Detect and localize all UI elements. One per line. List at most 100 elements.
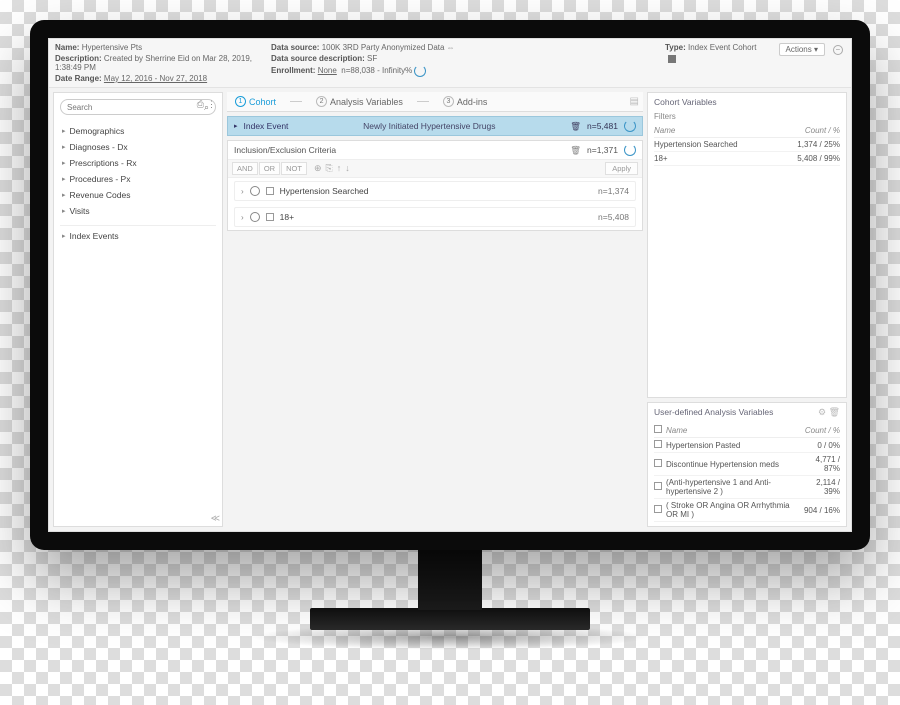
col-count: Count / % — [777, 124, 840, 138]
udav-panel: User-defined Analysis Variables⚙ 🗑 NameC… — [647, 402, 847, 527]
link-icon[interactable]: ⇔ — [447, 43, 455, 52]
caret-icon: ▸ — [234, 122, 238, 130]
or-button[interactable]: OR — [259, 162, 280, 175]
table-row[interactable]: ( Stroke OR Angina OR Arrhythmia OR MI )… — [654, 499, 840, 522]
name-value: Hypertensive Pts — [82, 43, 142, 52]
not-button[interactable]: NOT — [281, 162, 307, 175]
trash-icon[interactable]: 🗑 — [570, 145, 581, 156]
dsd-value: SF — [367, 54, 377, 63]
menu-icon[interactable]: ⋮ — [207, 99, 216, 110]
checkbox[interactable] — [654, 440, 662, 448]
criteria-row[interactable]: › 18+ n=5,408 — [234, 207, 636, 227]
sidebar: ⎙ ⋮ ⌕ Demographics Diagnoses - Dx Prescr… — [53, 92, 223, 527]
tab-addins[interactable]: 3Add-ins — [439, 94, 492, 109]
name-label: Name: — [55, 43, 82, 52]
right-column: Cohort Variables Filters NameCount / % H… — [647, 92, 847, 527]
group-icon[interactable]: ⊕ — [314, 163, 322, 174]
up-icon[interactable]: ↑ — [337, 163, 342, 174]
nav-demographics[interactable]: Demographics — [60, 123, 216, 139]
index-event-bar[interactable]: ▸ Index Event Newly Initiated Hypertensi… — [227, 116, 643, 136]
app-screen: Name:Hypertensive Pts Description:Create… — [48, 38, 852, 532]
nav-revenue[interactable]: Revenue Codes — [60, 187, 216, 203]
table-row[interactable]: Discontinue Hypertension meds4,771 / 87% — [654, 453, 840, 476]
criteria-count: n=1,371 — [587, 145, 618, 155]
overflow-icon[interactable]: ▤ — [630, 96, 639, 107]
loading-spinner-icon — [414, 65, 426, 77]
criteria-panel: Inclusion/Exclusion Criteria 🗑 n=1,371 A… — [227, 140, 643, 231]
criteria-row[interactable]: › Hypertension Searched n=1,374 — [234, 181, 636, 201]
desc-label: Description: — [55, 54, 104, 63]
down-icon[interactable]: ↓ — [345, 163, 350, 174]
type-icon — [668, 55, 676, 63]
checkbox[interactable] — [654, 482, 662, 490]
search-box[interactable]: ⌕ — [60, 99, 216, 115]
ds-label: Data source: — [271, 43, 322, 52]
checkbox[interactable] — [266, 187, 274, 195]
cohort-vars-panel: Cohort Variables Filters NameCount / % H… — [647, 92, 847, 398]
col-name: Name — [666, 423, 802, 438]
monitor-stand-neck — [418, 548, 482, 610]
filters-subhead: Filters — [654, 112, 840, 121]
col-name: Name — [654, 124, 777, 138]
criteria-count: n=5,408 — [598, 212, 629, 222]
nav-prescriptions[interactable]: Prescriptions - Rx — [60, 155, 216, 171]
udav-table: NameCount / % Hypertension Pasted0 / 0% … — [654, 423, 840, 522]
header-meta: Name:Hypertensive Pts Description:Create… — [49, 39, 851, 88]
tabs: 1Cohort 2Analysis Variables 3Add-ins ▤ — [227, 92, 643, 112]
table-row[interactable]: (Anti-hypertensive 1 and Anti-hypertensi… — [654, 476, 840, 499]
actions-button[interactable]: Actions ▾ — [779, 43, 825, 56]
table-row[interactable]: Hypertension Searched1,374 / 25% — [654, 138, 840, 152]
criteria-label: 18+ — [280, 212, 592, 222]
chevron-right-icon: › — [241, 213, 244, 222]
table-row[interactable]: 18+5,408 / 99% — [654, 152, 840, 166]
index-event-count: n=5,481 — [587, 121, 618, 131]
spinner-icon — [624, 144, 636, 156]
loop-icon — [250, 186, 260, 196]
checkbox-all[interactable] — [654, 425, 662, 433]
close-icon[interactable]: – — [833, 45, 843, 55]
nav-visits[interactable]: Visits — [60, 203, 216, 219]
monitor-frame: Name:Hypertensive Pts Description:Create… — [30, 20, 870, 550]
dsd-label: Data source description: — [271, 54, 367, 63]
checkbox[interactable] — [654, 505, 662, 513]
checkbox[interactable] — [654, 459, 662, 467]
loop-icon — [250, 212, 260, 222]
monitor-stand-base — [310, 608, 590, 630]
panel-title: Cohort Variables — [654, 97, 840, 107]
trash-icon[interactable]: 🗑 — [570, 121, 581, 132]
criteria-label: Hypertension Searched — [280, 186, 592, 196]
collapse-sidebar-icon[interactable]: ≪ — [211, 513, 220, 524]
nav-diagnoses[interactable]: Diagnoses - Dx — [60, 139, 216, 155]
nav-index-events[interactable]: Index Events — [60, 228, 216, 244]
enroll-link[interactable]: None — [318, 66, 337, 75]
main-area: 1Cohort 2Analysis Variables 3Add-ins ▤ ▸… — [227, 92, 643, 527]
index-event-title: Index Event — [244, 121, 289, 131]
type-value: Index Event Cohort — [688, 43, 756, 52]
apply-button[interactable]: Apply — [605, 162, 638, 175]
col-count: Count / % — [802, 423, 840, 438]
table-row[interactable]: Hypertension Pasted0 / 0% — [654, 438, 840, 453]
filters-table: NameCount / % Hypertension Searched1,374… — [654, 124, 840, 166]
enroll-range: n=88,038 - Infinity% — [341, 66, 412, 75]
type-label: Type: — [665, 43, 688, 52]
copy-icon[interactable]: ⎘ — [325, 163, 332, 174]
and-button[interactable]: AND — [232, 162, 258, 175]
criteria-toolbar: AND OR NOT ⊕ ⎘ ↑ ↓ Apply — [228, 160, 642, 178]
trash-icon[interactable]: 🗑 — [829, 407, 840, 417]
tab-cohort[interactable]: 1Cohort — [231, 94, 280, 109]
criteria-count: n=1,374 — [598, 186, 629, 196]
tab-analysis-vars[interactable]: 2Analysis Variables — [312, 94, 407, 109]
nav-list: Demographics Diagnoses - Dx Prescription… — [60, 123, 216, 244]
pin-icon[interactable]: ⎙ — [197, 99, 204, 110]
date-range-link[interactable]: May 12, 2016 - Nov 27, 2018 — [104, 74, 207, 83]
ds-value: 100K 3RD Party Anonymized Data — [322, 43, 445, 52]
nav-procedures[interactable]: Procedures - Px — [60, 171, 216, 187]
chevron-right-icon: › — [241, 187, 244, 196]
index-event-name: Newly Initiated Hypertensive Drugs — [294, 121, 564, 131]
gear-icon[interactable]: ⚙ — [818, 407, 826, 417]
criteria-title: Inclusion/Exclusion Criteria — [234, 145, 564, 155]
panel-title: User-defined Analysis Variables⚙ 🗑 — [654, 407, 840, 418]
search-input[interactable] — [67, 103, 204, 112]
checkbox[interactable] — [266, 213, 274, 221]
range-label: Date Range: — [55, 74, 104, 83]
